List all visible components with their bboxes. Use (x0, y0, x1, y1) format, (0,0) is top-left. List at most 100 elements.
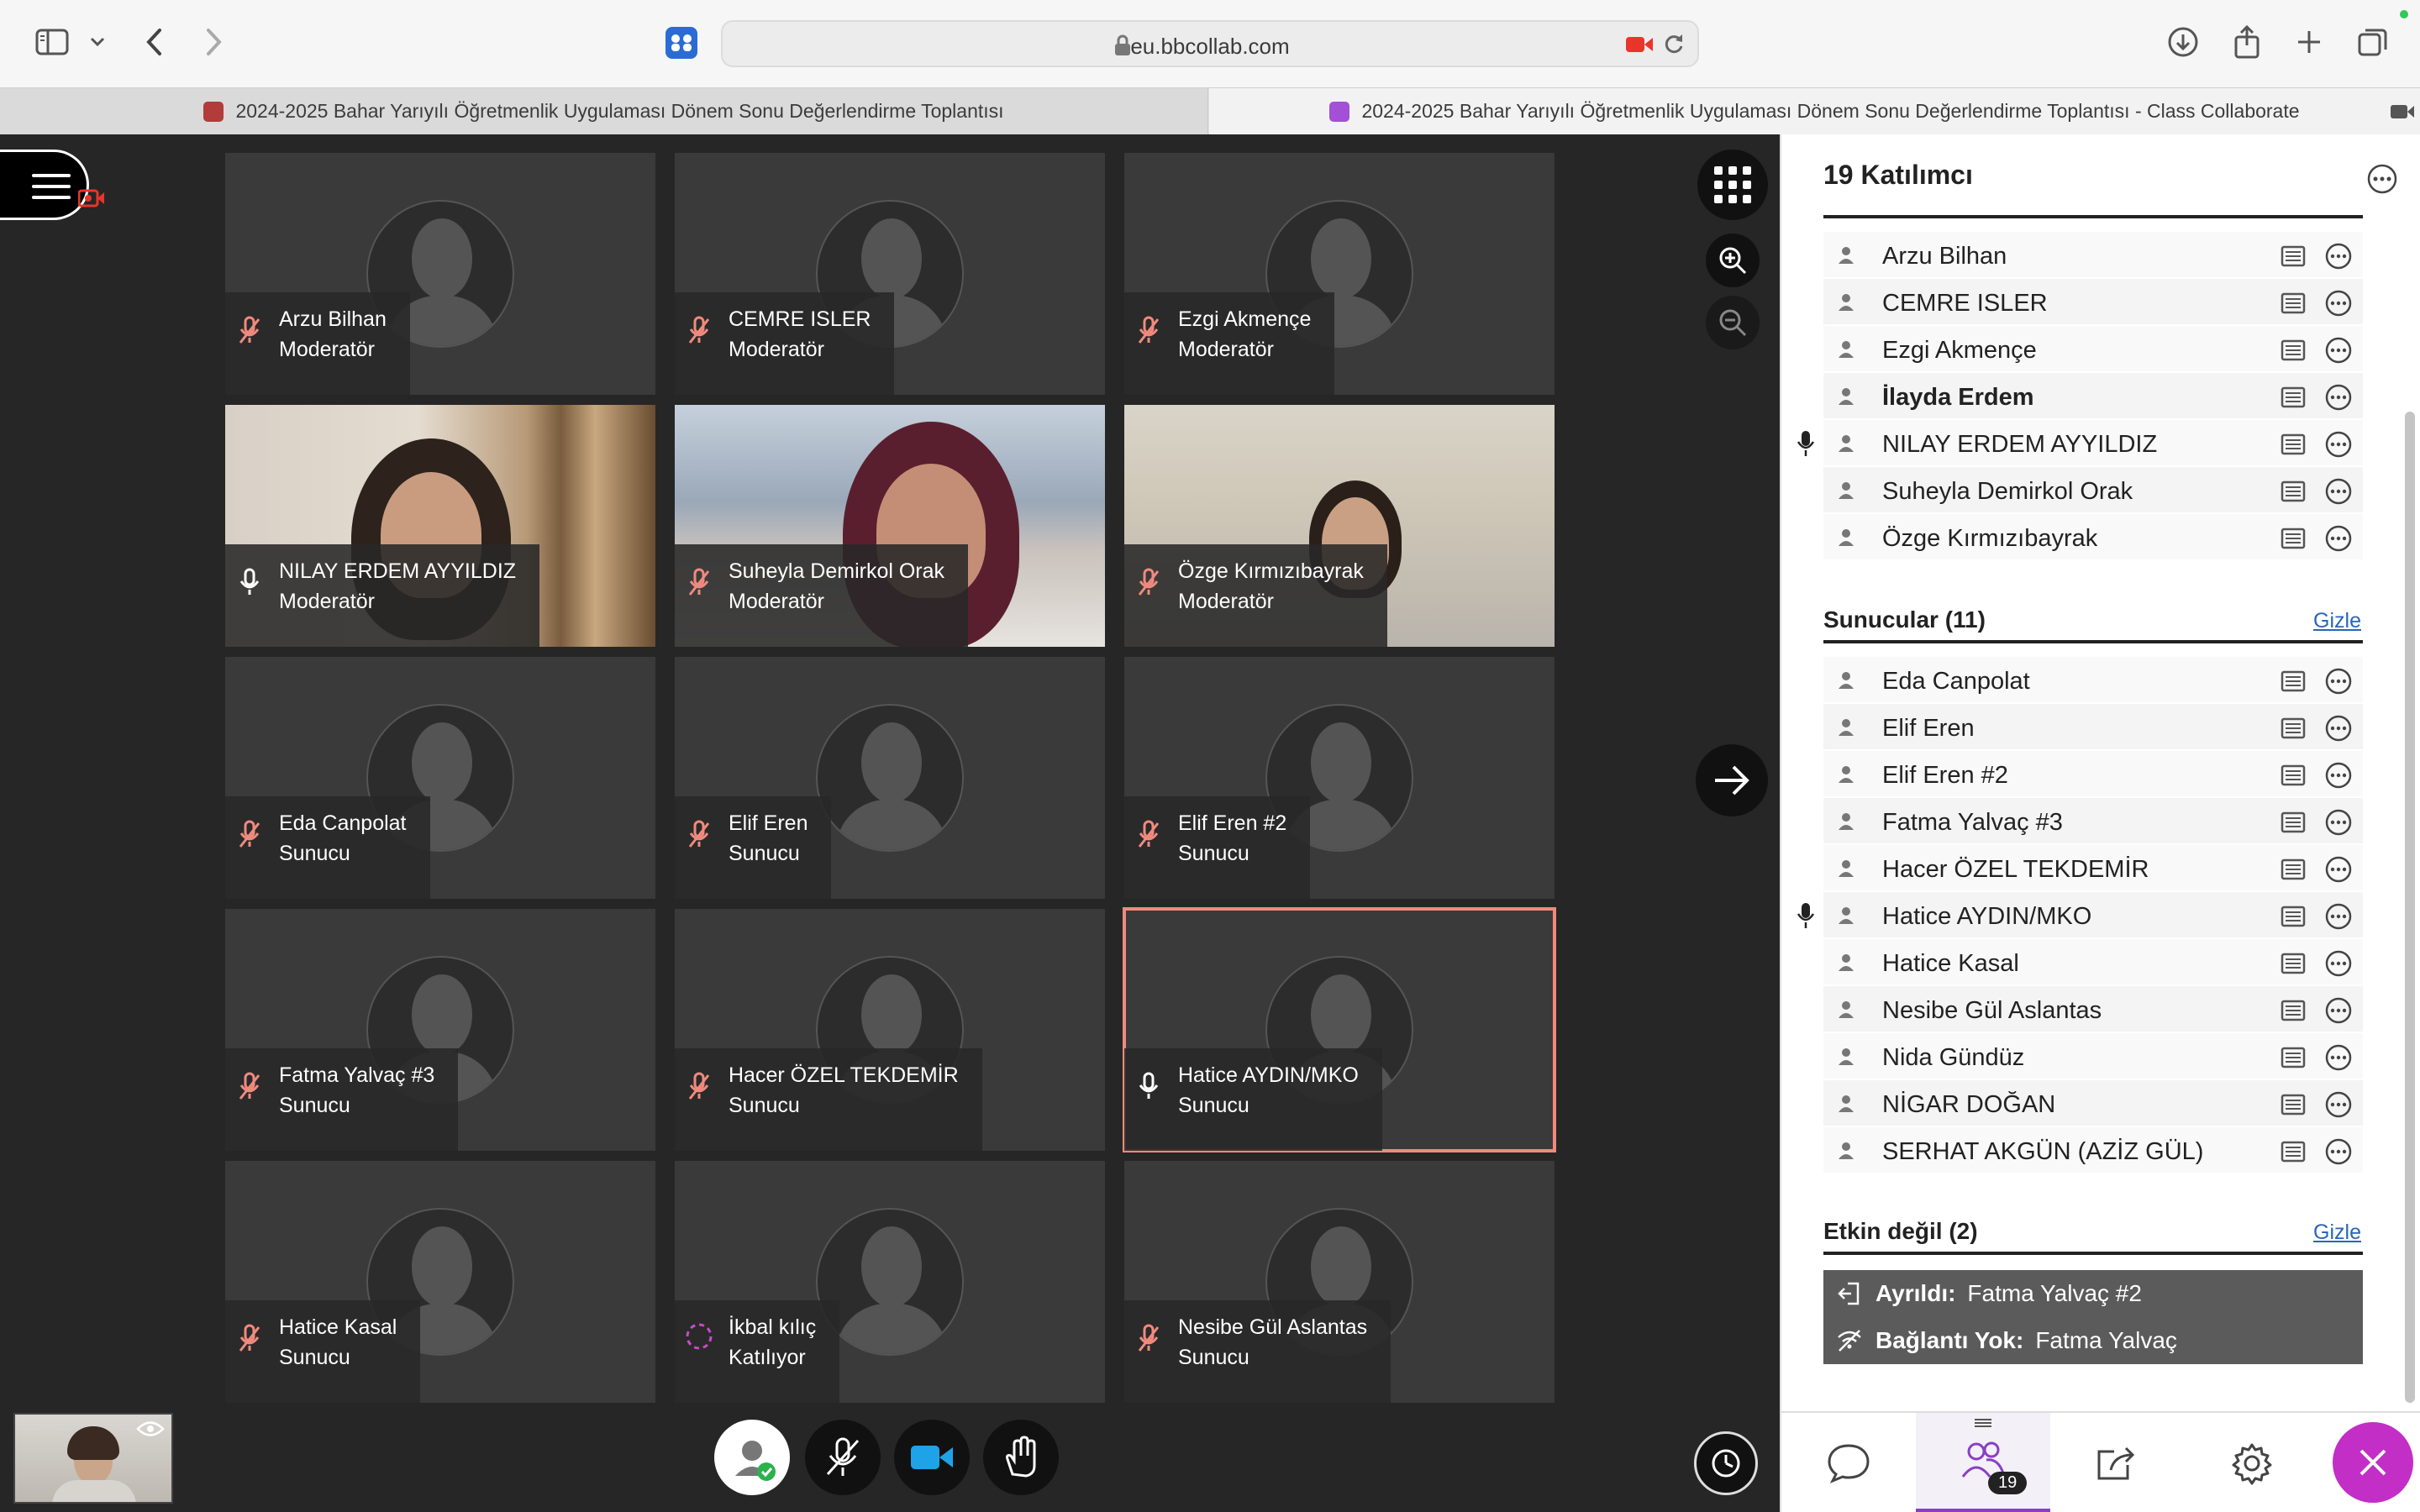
more-options-icon[interactable] (2324, 1137, 2353, 1170)
notes-icon[interactable] (2281, 1000, 2306, 1026)
raise-hand-button[interactable] (983, 1420, 1059, 1495)
forward-arrow-icon[interactable] (193, 22, 234, 62)
participant-row[interactable]: SERHAT AKGÜN (AZİZ GÜL) (1823, 1127, 2363, 1174)
chevron-down-icon[interactable] (77, 22, 118, 62)
sidebar-toggle-icon[interactable] (32, 22, 72, 62)
notes-icon[interactable] (2281, 339, 2306, 365)
participant-tile[interactable]: Elif Eren Sunucu (675, 657, 1105, 899)
participant-tile[interactable]: İkbal kılıç Katılıyor (675, 1161, 1105, 1403)
participants-tab[interactable]: 19 (1916, 1413, 2050, 1512)
more-options-icon[interactable] (2324, 1043, 2353, 1076)
next-page-button[interactable] (1696, 744, 1768, 816)
participant-tile[interactable]: Fatma Yalvaç #3 Sunucu (225, 909, 655, 1151)
share-content-tab[interactable] (2050, 1413, 2185, 1512)
more-options-icon[interactable] (2324, 383, 2353, 416)
notes-icon[interactable] (2281, 292, 2306, 318)
close-panel-button[interactable] (2333, 1422, 2413, 1503)
notes-icon[interactable] (2281, 670, 2306, 696)
microphone-button[interactable] (805, 1420, 881, 1495)
more-options-icon[interactable] (2324, 808, 2353, 841)
share-icon[interactable] (2227, 22, 2267, 62)
notes-icon[interactable] (2281, 480, 2306, 507)
more-options-icon[interactable] (2324, 855, 2353, 888)
more-options-icon[interactable] (2324, 1090, 2353, 1123)
participant-row[interactable]: Hatice Kasal (1823, 939, 2363, 986)
more-options-icon[interactable] (2324, 336, 2353, 369)
tab-overview-icon[interactable] (2353, 22, 2393, 62)
more-options-icon[interactable] (2324, 996, 2353, 1029)
more-options-icon[interactable] (2324, 477, 2353, 510)
inactive-row[interactable]: Ayrıldı: Fatma Yalvaç #2 (1823, 1270, 2363, 1317)
participant-tile[interactable]: Ezgi Akmençe Moderatör (1124, 153, 1555, 395)
notes-icon[interactable] (2281, 811, 2306, 837)
more-options-icon[interactable] (2324, 902, 2353, 935)
session-timer-button[interactable] (1694, 1431, 1758, 1495)
panel-more-options-icon[interactable] (2366, 163, 2398, 199)
eye-icon[interactable] (136, 1420, 165, 1442)
participant-row[interactable]: NİGAR DOĞAN (1823, 1080, 2363, 1127)
participant-row[interactable]: Elif Eren #2 (1823, 751, 2363, 798)
notes-icon[interactable] (2281, 386, 2306, 412)
back-arrow-icon[interactable] (134, 22, 175, 62)
participant-row[interactable]: Ezgi Akmençe (1823, 326, 2363, 373)
camera-recording-icon[interactable] (1625, 35, 1654, 58)
more-options-icon[interactable] (2324, 242, 2353, 275)
participant-tile[interactable]: Arzu Bilhan Moderatör (225, 153, 655, 395)
notes-icon[interactable] (2281, 717, 2306, 743)
participant-row[interactable]: Suheyla Demirkol Orak (1823, 467, 2363, 514)
participant-row[interactable]: Eda Canpolat (1823, 657, 2363, 704)
participant-row[interactable]: İlayda Erdem (1823, 373, 2363, 420)
download-icon[interactable] (2163, 22, 2203, 62)
session-menu-button[interactable] (0, 150, 104, 220)
notes-icon[interactable] (2281, 528, 2306, 554)
notes-icon[interactable] (2281, 906, 2306, 932)
participant-tile[interactable]: Hatice Kasal Sunucu (225, 1161, 655, 1403)
participant-tile[interactable]: NILAY ERDEM AYYILDIZ Moderatör (225, 405, 655, 647)
zoom-out-button[interactable] (1706, 296, 1760, 349)
chat-tab[interactable] (1781, 1413, 1916, 1512)
participant-tile[interactable]: Eda Canpolat Sunucu (225, 657, 655, 899)
notes-icon[interactable] (2281, 858, 2306, 885)
notes-icon[interactable] (2281, 433, 2306, 459)
more-options-icon[interactable] (2324, 524, 2353, 557)
participant-tile[interactable]: Özge Kırmızıbayrak Moderatör (1124, 405, 1555, 647)
more-options-icon[interactable] (2324, 430, 2353, 463)
participant-row[interactable]: Özge Kırmızıbayrak (1823, 514, 2363, 561)
more-options-icon[interactable] (2324, 714, 2353, 747)
participant-row[interactable]: Fatma Yalvaç #3 (1823, 798, 2363, 845)
zoom-in-button[interactable] (1706, 234, 1760, 287)
participant-row[interactable]: Hacer ÖZEL TEKDEMİR (1823, 845, 2363, 892)
participant-tile[interactable]: Nesibe Gül Aslantas Sunucu (1124, 1161, 1555, 1403)
notes-icon[interactable] (2281, 1141, 2306, 1167)
more-options-icon[interactable] (2324, 949, 2353, 982)
participant-row[interactable]: Elif Eren (1823, 704, 2363, 751)
participant-row[interactable]: Hatice AYDIN/MKO (1797, 892, 2363, 939)
notes-icon[interactable] (2281, 953, 2306, 979)
address-bar[interactable]: eu.bbcollab.com (721, 20, 1699, 67)
participant-row[interactable]: Nesibe Gül Aslantas (1823, 986, 2363, 1033)
participant-row[interactable]: Arzu Bilhan (1823, 232, 2363, 279)
camera-button[interactable] (894, 1420, 970, 1495)
notes-icon[interactable] (2281, 245, 2306, 271)
more-options-icon[interactable] (2324, 289, 2353, 322)
participant-row[interactable]: NILAY ERDEM AYYILDIZ (1797, 420, 2363, 467)
new-tab-plus-icon[interactable] (2289, 22, 2329, 62)
notes-icon[interactable] (2281, 764, 2306, 790)
participant-tile[interactable]: CEMRE ISLER Moderatör (675, 153, 1105, 395)
participant-tile[interactable]: Suheyla Demirkol Orak Moderatör (675, 405, 1105, 647)
more-options-icon[interactable] (2324, 761, 2353, 794)
status-button[interactable] (714, 1420, 790, 1495)
self-video-preview[interactable] (13, 1413, 173, 1504)
participant-row[interactable]: Nida Gündüz (1823, 1033, 2363, 1080)
inactive-row[interactable]: Bağlantı Yok: Fatma Yalvaç (1823, 1317, 2363, 1364)
more-options-icon[interactable] (2324, 667, 2353, 700)
notes-icon[interactable] (2281, 1047, 2306, 1073)
browser-tab-2[interactable]: 2024-2025 Bahar Yarıyılı Öğretmenlik Uyg… (1209, 88, 2420, 134)
participant-tile[interactable]: Hatice AYDIN/MKO Sunucu (1123, 907, 1556, 1152)
notes-icon[interactable] (2281, 1094, 2306, 1120)
participant-tile[interactable]: Hacer ÖZEL TEKDEMİR Sunucu (675, 909, 1105, 1151)
panel-scrollbar[interactable] (2405, 412, 2415, 1403)
reload-icon[interactable] (1662, 32, 1686, 60)
presenters-hide-link[interactable]: Gizle (2313, 609, 2361, 633)
browser-tab-1[interactable]: 2024-2025 Bahar Yarıyılı Öğretmenlik Uyg… (0, 88, 1208, 134)
